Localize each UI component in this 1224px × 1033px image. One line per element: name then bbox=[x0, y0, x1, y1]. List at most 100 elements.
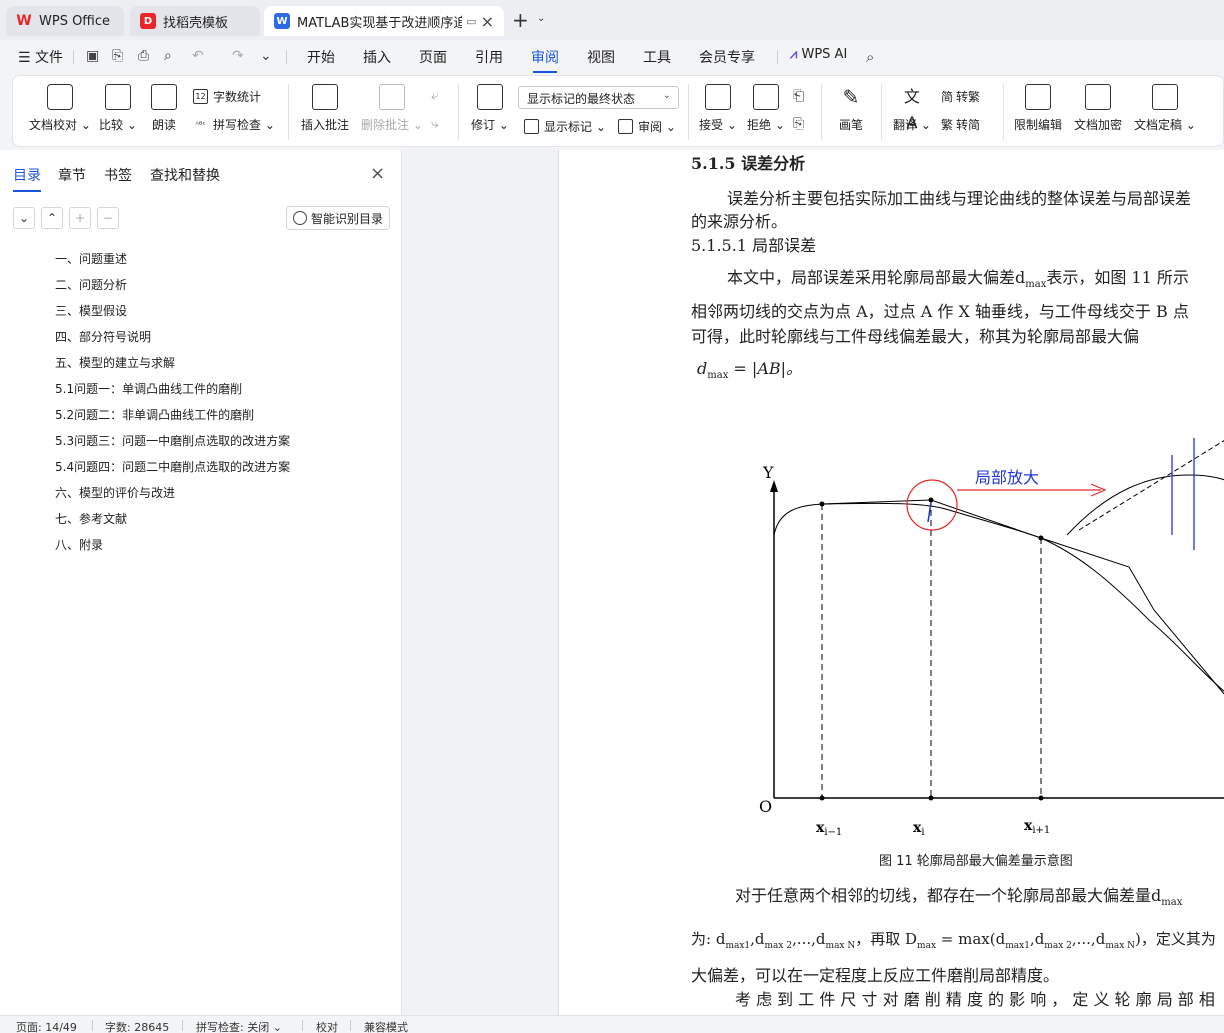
menu-bar: ☰ 文件 ▣ ⎘ ⎙ ⌕ ↶ ↷ ⌄ 开始 插入 页面 引用 审阅 视图 工具 … bbox=[0, 40, 1224, 73]
toc-item[interactable]: 5.4问题四：问题二中磨削点选取的改进方案 bbox=[55, 458, 290, 484]
close-icon[interactable]: × bbox=[370, 163, 385, 184]
toc-item[interactable]: 一、问题重述 bbox=[55, 250, 290, 276]
tab-docer-templates[interactable]: D 找稻壳模板 bbox=[130, 6, 260, 36]
review-pane-button[interactable]: 审阅 ⌄ bbox=[618, 118, 676, 135]
menu-page[interactable]: 页面 bbox=[419, 47, 447, 67]
proofread-indicator[interactable]: 校对 bbox=[316, 1019, 338, 1033]
menu-membership[interactable]: 会员专享 bbox=[699, 47, 755, 67]
file-menu[interactable]: ☰ 文件 bbox=[18, 47, 63, 67]
doc-check-button[interactable]: 文档校对 ⌄ bbox=[29, 84, 91, 133]
delete-comment-button[interactable]: 删除批注 ⌄ bbox=[361, 84, 423, 133]
to-traditional-label: 转繁 bbox=[956, 90, 981, 104]
paragraph-line: 本文中，局部误差采用轮廓局部最大偏差dmax表示，如图 11 所示 bbox=[727, 264, 1189, 290]
toc-item[interactable]: 八、附录 bbox=[55, 536, 290, 562]
markup-state-select[interactable]: 显示标记的最终状态 ⌄ bbox=[518, 86, 679, 109]
compare-button[interactable]: 比较 ⌄ bbox=[99, 84, 137, 133]
tab-label: 找稻壳模板 bbox=[163, 15, 229, 31]
tab-current-document[interactable]: W MATLAB实现基于改进顺序追踪… ▭ × bbox=[264, 6, 504, 36]
toc-item[interactable]: 四、部分符号说明 bbox=[55, 328, 290, 354]
word-count-button[interactable]: 12 字数统计 bbox=[193, 88, 261, 105]
insert-comment-button[interactable]: 插入批注 bbox=[301, 84, 349, 133]
chevron-down-icon[interactable]: ⌄ bbox=[260, 48, 272, 64]
toc-item[interactable]: 七、参考文献 bbox=[55, 510, 290, 536]
next-change-icon[interactable]: ⎘ bbox=[793, 116, 804, 132]
toc-item[interactable]: 三、模型假设 bbox=[55, 302, 290, 328]
text-run: ,...,d bbox=[792, 930, 826, 948]
tab-toc[interactable]: 目录 bbox=[13, 165, 41, 192]
section-heading: 5.1.5 误差分析 bbox=[691, 154, 806, 173]
reject-button[interactable]: 拒绝 ⌄ bbox=[747, 84, 785, 133]
tab-wps-office[interactable]: W WPS Office bbox=[6, 6, 124, 36]
close-tab-icon[interactable]: × bbox=[481, 12, 494, 31]
spell-check-button[interactable]: ᴬᴮᶜ 拼写检查 ⌄ bbox=[193, 116, 275, 133]
add-heading-icon[interactable]: + bbox=[69, 207, 91, 229]
revise-label: 修订 bbox=[471, 118, 496, 132]
tick-sub: i−1 bbox=[824, 827, 842, 838]
redo-icon[interactable]: ↷ bbox=[232, 48, 244, 64]
document-page[interactable]: 5.1.5 误差分析 误差分析主要包括实际加工曲线与理论曲线的整体误差与局部误差… bbox=[558, 150, 1224, 1015]
export-icon[interactable]: ⎘ bbox=[112, 48, 123, 64]
finalize-button[interactable]: 文档定稿 ⌄ bbox=[1134, 84, 1196, 133]
file-menu-label: 文件 bbox=[35, 50, 64, 66]
traditional-icon: 简 bbox=[941, 90, 954, 104]
insert-comment-icon bbox=[312, 84, 338, 110]
print-preview-icon[interactable]: ⌕ bbox=[164, 48, 172, 64]
menu-insert[interactable]: 插入 bbox=[363, 47, 391, 67]
collapse-icon[interactable]: ⌃ bbox=[41, 207, 63, 229]
menu-tools[interactable]: 工具 bbox=[643, 47, 671, 67]
menu-view[interactable]: 视图 bbox=[587, 47, 615, 67]
prev-comment-icon[interactable]: ⤶ bbox=[431, 88, 439, 104]
remove-heading-icon[interactable]: − bbox=[97, 207, 119, 229]
restrict-edit-button[interactable]: 限制编辑 bbox=[1014, 84, 1062, 133]
chevron-down-icon[interactable]: ⌄ bbox=[537, 13, 545, 24]
prev-change-icon[interactable]: ⎗ bbox=[793, 88, 804, 104]
save-icon[interactable]: ▣ bbox=[86, 48, 99, 64]
page-indicator[interactable]: 页面: 14/49 bbox=[16, 1019, 77, 1033]
smart-toc-button[interactable]: 智能识别目录 bbox=[286, 206, 390, 230]
divider bbox=[458, 84, 459, 140]
toc-item[interactable]: 五、模型的建立与求解 bbox=[55, 354, 290, 380]
doc-check-icon bbox=[46, 84, 73, 110]
next-comment-icon[interactable]: ⤷ bbox=[431, 116, 439, 132]
toc-item[interactable]: 5.2问题二：非单调凸曲线工件的磨削 bbox=[55, 406, 290, 432]
search-icon[interactable]: ⌕ bbox=[866, 48, 874, 66]
pen-button[interactable]: ✎ 画笔 bbox=[838, 84, 864, 133]
toc-item[interactable]: 二、问题分析 bbox=[55, 276, 290, 302]
spell-check-indicator[interactable]: 拼写检查: 关闭 ⌄ bbox=[196, 1019, 282, 1033]
word-count-indicator[interactable]: 字数: 28645 bbox=[105, 1019, 169, 1033]
encrypt-button[interactable]: 文档加密 bbox=[1074, 84, 1122, 133]
undo-icon[interactable]: ↶ bbox=[192, 48, 204, 64]
expand-all-icon[interactable]: ⌄ bbox=[13, 207, 35, 229]
menu-references[interactable]: 引用 bbox=[475, 47, 503, 67]
translate-button[interactable]: 文A 翻译 ⌄ bbox=[893, 84, 931, 133]
to-traditional-button[interactable]: 简转繁 bbox=[941, 88, 980, 105]
toc-item[interactable]: 5.1问题一：单调凸曲线工件的磨削 bbox=[55, 380, 290, 406]
print-icon[interactable]: ⎙ bbox=[138, 48, 149, 64]
text-run: ,d bbox=[1029, 930, 1045, 948]
toc-item[interactable]: 5.3问题三：问题一中磨削点选取的改进方案 bbox=[55, 432, 290, 458]
to-simplified-label: 转简 bbox=[956, 118, 981, 132]
menu-review[interactable]: 审阅 bbox=[531, 47, 559, 73]
tab-bookmarks[interactable]: 书签 bbox=[104, 165, 132, 185]
wps-ai-button[interactable]: ⩘ WPS AI bbox=[790, 47, 847, 62]
origin-label: O bbox=[759, 797, 772, 816]
smart-toc-label: 智能识别目录 bbox=[310, 211, 383, 226]
workpiece-curve bbox=[773, 502, 1224, 692]
word-count-label: 字数统计 bbox=[213, 90, 262, 104]
accept-button[interactable]: 接受 ⌄ bbox=[699, 84, 737, 133]
divider bbox=[881, 84, 882, 140]
revise-button[interactable]: 修订 ⌄ bbox=[471, 84, 509, 133]
review-ribbon: 文档校对 ⌄ 比较 ⌄ 朗读 12 字数统计 ᴬᴮᶜ 拼写检查 ⌄ 插入批注 删除批… bbox=[12, 75, 1224, 147]
toc-item[interactable]: 六、模型的评价与改进 bbox=[55, 484, 290, 510]
tab-sections[interactable]: 章节 bbox=[58, 165, 86, 185]
to-simplified-button[interactable]: 繁转简 bbox=[941, 116, 980, 133]
paragraph-line: 考 虑 到 工 件 尺 寸 对 磨 削 精 度 的 影 响 ， 定 义 轮 廓 … bbox=[735, 990, 1215, 1009]
new-tab-icon[interactable]: + bbox=[512, 8, 529, 32]
tab-find-replace[interactable]: 查找和替换 bbox=[150, 165, 220, 185]
zoomed-tangent bbox=[1078, 440, 1224, 531]
pen-label: 画笔 bbox=[838, 118, 863, 132]
read-aloud-button[interactable]: 朗读 bbox=[151, 84, 177, 133]
show-markup-button[interactable]: 显示标记 ⌄ bbox=[524, 118, 606, 135]
review-pane-icon bbox=[618, 119, 633, 134]
menu-start[interactable]: 开始 bbox=[307, 47, 335, 67]
